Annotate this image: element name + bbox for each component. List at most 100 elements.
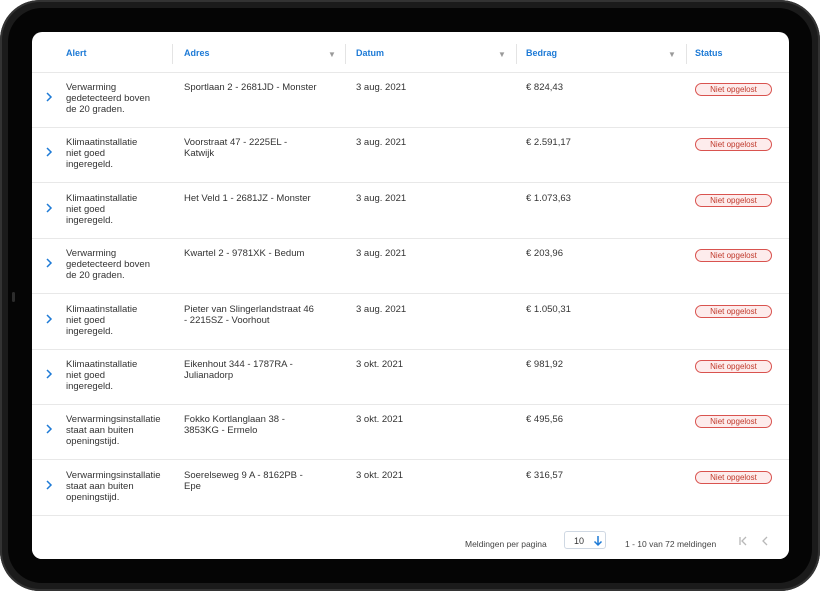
status-badge: Niet opgelost bbox=[695, 360, 772, 373]
chevron-right-icon[interactable] bbox=[43, 91, 55, 103]
cell-datum: 3 aug. 2021 bbox=[356, 137, 407, 149]
cell-alert-line: ingeregeld. bbox=[66, 159, 114, 171]
cell-adres: Pieter van Slingerlandstraat 46- 2215SZ … bbox=[184, 304, 314, 326]
status-badge: Niet opgelost bbox=[695, 138, 772, 152]
cell-adres: Soerelseweg 9 A - 8162PB - Epe bbox=[184, 470, 303, 492]
table-row[interactable]: VerwarmingsinstallatieOude Apeldoornsewe… bbox=[32, 515, 789, 526]
table-row[interactable]: Klimaatinstallatie niet goed ingeregeld. Ei… bbox=[32, 349, 789, 405]
status-badge: Niet opgelost bbox=[695, 193, 772, 207]
column-header-datum[interactable]: Datum ▼ bbox=[356, 32, 516, 72]
cell-alert-line: niet goed bbox=[66, 148, 106, 160]
cell-alert-line: Klimaatinstallatie bbox=[66, 137, 138, 149]
chevron-right-icon[interactable] bbox=[43, 313, 55, 325]
cell-alert-line: ingeregeld. bbox=[66, 214, 114, 226]
cell-adres: Sportlaan 2 - 2681JD - Monster bbox=[184, 82, 317, 93]
cell-datum: 3 okt. 2021 bbox=[356, 469, 404, 481]
cell-alert-line: Klimaatinstallatie bbox=[66, 303, 138, 315]
column-header-label: Status bbox=[695, 48, 723, 58]
cell-bedrag: € 495,56 bbox=[526, 414, 563, 426]
cell-datum: 3 aug. 2021 bbox=[356, 303, 407, 315]
per-page-select[interactable]: 10 bbox=[564, 531, 606, 549]
cell-alert: Verwarmingsinstallatie staat aan buiten op… bbox=[66, 470, 161, 503]
table-row[interactable]: Verwarmingsinstallatie staat aan buiten op… bbox=[32, 460, 789, 516]
table-row[interactable]: Verwarming gedetecteerd boven de 20 graden… bbox=[32, 238, 789, 295]
cell-adres-line: Julianadorp bbox=[184, 370, 234, 381]
table-row[interactable]: Klimaatinstallatie niet goed ingeregeld. Pi… bbox=[32, 294, 789, 350]
chevron-right-icon[interactable] bbox=[43, 202, 55, 214]
cell-adres: Kwartel 2 - 9781XK - Bedum bbox=[184, 248, 304, 259]
cell-bedrag: € 981,92 bbox=[526, 359, 563, 370]
cell-alert-line: staat aan buiten bbox=[66, 425, 134, 437]
cell-adres: Het Veld 1 - 2681JZ - Monster bbox=[184, 193, 311, 204]
cell-alert-line: ingeregeld. bbox=[66, 325, 114, 337]
cell-alert-line: Klimaatinstallatie bbox=[66, 192, 138, 204]
cell-alert-line: openingstijd. bbox=[66, 436, 120, 448]
status-badge: Niet opgelost bbox=[695, 249, 772, 263]
cell-adres-line: Epe bbox=[184, 480, 201, 492]
cell-datum: 3 okt. 2021 bbox=[356, 359, 404, 370]
cell-alert-line: ingeregeld. bbox=[66, 381, 114, 392]
cell-alert-line: niet goed bbox=[66, 203, 106, 215]
cell-alert: Verwarming gedetecteerd boven de 20 graden… bbox=[66, 82, 150, 115]
column-header-label: Adres bbox=[184, 48, 210, 58]
chevron-right-icon[interactable] bbox=[43, 368, 55, 380]
pagination-bar: Meldingen per pagina 10 1 - 10 van 72 me… bbox=[32, 526, 789, 559]
cell-adres-line: Het Veld 1 - 2681JZ - Monster bbox=[184, 192, 311, 204]
table-row[interactable]: Verwarmingsinstallatie staat aan buiten op… bbox=[32, 404, 789, 461]
filter-icon[interactable]: ▼ bbox=[668, 51, 676, 59]
pagination-range: 1 - 10 van 72 meldingen bbox=[625, 539, 717, 549]
cell-bedrag: € 824,43 bbox=[526, 82, 563, 93]
cell-alert-line: staat aan buiten bbox=[66, 480, 134, 492]
cell-adres-line: Voorstraat 47 - 2225EL - bbox=[184, 137, 288, 149]
cell-alert-line: Verwarming bbox=[66, 248, 117, 260]
cell-alert-line: niet goed bbox=[66, 314, 106, 326]
cell-datum: 3 aug. 2021 bbox=[356, 82, 407, 93]
cell-alert: Klimaatinstallatie niet goed ingeregeld. bbox=[66, 359, 137, 392]
table-header: Alert Adres ▼ Datum ▼ Bedrag ▼ Status bbox=[32, 32, 789, 73]
cell-bedrag: € 316,57 bbox=[526, 469, 563, 481]
column-divider bbox=[516, 44, 517, 64]
cell-adres-line: Soerelseweg 9 A - 8162PB - bbox=[184, 469, 303, 481]
cell-adres-line: Fokko Kortlanglaan 38 - bbox=[184, 414, 285, 426]
status-badge: Niet opgelost bbox=[695, 83, 772, 96]
column-divider bbox=[686, 44, 687, 64]
cell-adres-line: Kwartel 2 - 9781XK - Bedum bbox=[184, 248, 305, 260]
first-page-icon[interactable] bbox=[737, 535, 749, 547]
cell-adres-line: Eikenhout 344 - 1787RA - bbox=[184, 359, 293, 370]
column-header-adres[interactable]: Adres ▼ bbox=[184, 32, 344, 72]
column-divider bbox=[345, 44, 346, 64]
cell-alert: Verwarmingsinstallatie staat aan buiten op… bbox=[66, 414, 161, 447]
cell-datum: 3 aug. 2021 bbox=[356, 248, 407, 260]
chevron-right-icon[interactable] bbox=[43, 479, 55, 491]
cell-adres-line: Pieter van Slingerlandstraat 46 bbox=[184, 303, 314, 315]
chevron-right-icon[interactable] bbox=[43, 257, 55, 269]
cell-bedrag: € 1.073,63 bbox=[526, 192, 571, 204]
table-body: Verwarming gedetecteerd boven de 20 graden… bbox=[32, 72, 789, 526]
cell-adres: Eikenhout 344 - 1787RA - Julianadorp bbox=[184, 359, 293, 381]
tablet-frame: Alert Adres ▼ Datum ▼ Bedrag ▼ Status Ve… bbox=[0, 0, 820, 591]
chevron-right-icon[interactable] bbox=[43, 423, 55, 435]
cell-alert-line: openingstijd. bbox=[66, 491, 120, 503]
filter-icon[interactable]: ▼ bbox=[328, 51, 336, 59]
table-row[interactable]: Verwarming gedetecteerd boven de 20 graden… bbox=[32, 72, 789, 128]
chevron-left-icon[interactable] bbox=[759, 535, 771, 547]
column-header-bedrag[interactable]: Bedrag ▼ bbox=[526, 32, 686, 72]
cell-datum: 3 okt. 2021 bbox=[356, 414, 404, 426]
cell-bedrag: € 2.591,17 bbox=[526, 137, 571, 149]
cell-adres-line: Sportlaan 2 - 2681JD - Monster bbox=[184, 82, 317, 93]
chevron-right-icon[interactable] bbox=[43, 146, 55, 158]
table-row[interactable]: Klimaatinstallatie niet goed ingeregeld. He… bbox=[32, 183, 789, 239]
cell-alert-line: gedetecteerd boven bbox=[66, 259, 150, 271]
table-row[interactable]: Klimaatinstallatie niet goed ingeregeld. Vo… bbox=[32, 127, 789, 184]
cell-alert-line: Verwarmingsinstallatie bbox=[66, 469, 161, 481]
column-header-label: Bedrag bbox=[526, 48, 558, 58]
cell-alert: Verwarming gedetecteerd boven de 20 graden… bbox=[66, 248, 150, 281]
cell-adres: Voorstraat 47 - 2225EL - Katwijk bbox=[184, 137, 287, 159]
cell-alert-line: Verwarming bbox=[66, 82, 117, 93]
column-header-status[interactable]: Status bbox=[695, 32, 785, 72]
cell-alert-line: niet goed bbox=[66, 370, 106, 381]
column-header-label: Alert bbox=[66, 48, 87, 58]
cell-alert-line: de 20 graden. bbox=[66, 104, 125, 115]
filter-icon[interactable]: ▼ bbox=[498, 51, 506, 59]
cell-bedrag: € 203,96 bbox=[526, 248, 563, 260]
